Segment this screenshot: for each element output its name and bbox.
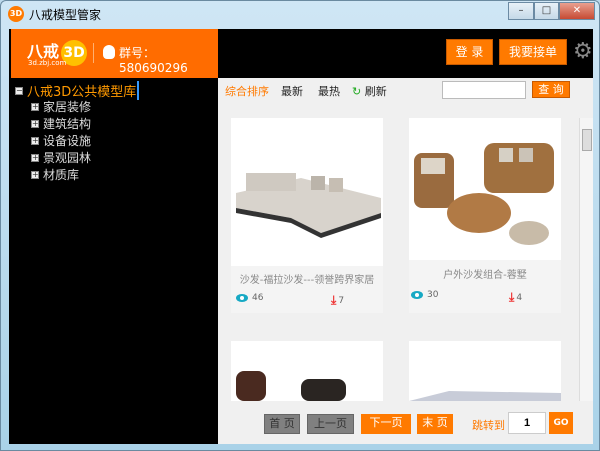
expand-icon[interactable]: + — [31, 170, 39, 179]
model-card[interactable]: 户外沙发组合-蓉墅 30 ⤓ 4 — [409, 118, 561, 313]
expand-icon[interactable]: + — [31, 119, 39, 128]
title-bar: 3D 八戒模型管家 – □ ✕ — [1, 1, 600, 27]
view-count: 30 — [411, 290, 438, 300]
model-name: 户外沙发组合-蓉墅 — [443, 270, 527, 281]
expand-icon[interactable]: + — [31, 153, 39, 162]
client-area: 八戒 3D 3d.zbj.com 群号：580690296 登 录 我要接单 ⚙ … — [9, 29, 593, 444]
brand-banner: 八戒 3D 3d.zbj.com 群号：580690296 — [11, 29, 218, 78]
vertical-scrollbar[interactable] — [579, 118, 593, 401]
maximize-button[interactable]: □ — [534, 2, 559, 20]
search-button[interactable]: 查 询 — [532, 81, 570, 98]
model-image — [409, 391, 561, 401]
sofa-image — [414, 143, 554, 245]
go-button[interactable]: GO — [549, 412, 573, 434]
expand-icon[interactable]: + — [31, 136, 39, 145]
main-panel: 综合排序 最新 最热 ↻ 刷新 查 询 沙发-福拉沙发---领誉跨界家居 46 … — [218, 78, 593, 444]
tree-item[interactable]: + 家居装修 — [31, 98, 91, 115]
divider — [93, 43, 94, 63]
jump-label: 跳转到 — [472, 419, 505, 432]
app-icon: 3D — [8, 6, 24, 22]
view-count: 46 — [236, 293, 263, 303]
first-page-button[interactable]: 首 页 — [264, 414, 300, 434]
logo-subtitle: 3d.zbj.com — [28, 59, 67, 67]
category-tree: − 八戒3D公共模型库 + 家居装修 + 建筑结构 + 设备设施 + 景观园林 + 材质库 — [11, 78, 218, 444]
eye-icon — [236, 294, 248, 302]
download-count: ⤓ 4 — [509, 290, 523, 304]
sort-hottest-tab[interactable]: 最热 — [318, 83, 340, 99]
download-icon: ⤓ — [509, 290, 515, 304]
tree-item[interactable]: + 材质库 — [31, 166, 79, 183]
sort-all-tab[interactable]: 综合排序 — [225, 83, 269, 99]
model-card[interactable]: 沙发-福拉沙发---领誉跨界家居 46 ⤓ 7 — [231, 118, 383, 313]
minimize-button[interactable]: – — [508, 2, 534, 20]
login-button[interactable]: 登 录 — [446, 39, 493, 65]
group-number: 群号：580690296 — [119, 46, 188, 75]
app-window: 3D 八戒模型管家 – □ ✕ 八戒 3D 3d.zbj.com 群号：58069… — [0, 0, 600, 451]
last-page-button[interactable]: 末 页 — [417, 414, 453, 434]
download-count: ⤓ 7 — [331, 293, 345, 307]
tree-item[interactable]: + 建筑结构 — [31, 115, 91, 132]
model-thumbnail[interactable] — [231, 118, 383, 266]
eye-icon — [411, 291, 423, 299]
gear-icon[interactable]: ⚙ — [573, 41, 593, 63]
refresh-button[interactable]: ↻ 刷新 — [352, 83, 387, 99]
expand-icon[interactable]: + — [31, 102, 39, 111]
close-button[interactable]: ✕ — [559, 2, 595, 20]
sort-newest-tab[interactable]: 最新 — [281, 83, 303, 99]
scroll-thumb[interactable] — [582, 129, 592, 151]
page-input[interactable] — [508, 412, 546, 434]
qq-icon — [103, 45, 115, 59]
take-order-button[interactable]: 我要接单 — [499, 39, 567, 65]
tree-item[interactable]: + 设备设施 — [31, 132, 91, 149]
chair-image — [236, 371, 346, 401]
model-card[interactable] — [409, 341, 561, 401]
download-icon: ⤓ — [331, 293, 337, 307]
model-card[interactable] — [231, 341, 383, 401]
refresh-icon: ↻ — [352, 85, 362, 98]
tree-item[interactable]: + 景观园林 — [31, 149, 91, 166]
window-title: 八戒模型管家 — [29, 8, 102, 22]
model-thumbnail[interactable] — [409, 118, 561, 260]
model-name: 沙发-福拉沙发---领誉跨界家居 — [239, 275, 375, 286]
next-page-button[interactable]: 下一页 — [361, 414, 411, 434]
prev-page-button[interactable]: 上一页 — [307, 414, 354, 434]
search-input[interactable] — [442, 81, 526, 99]
collapse-icon[interactable]: − — [15, 86, 23, 95]
sofa-image — [236, 173, 381, 238]
